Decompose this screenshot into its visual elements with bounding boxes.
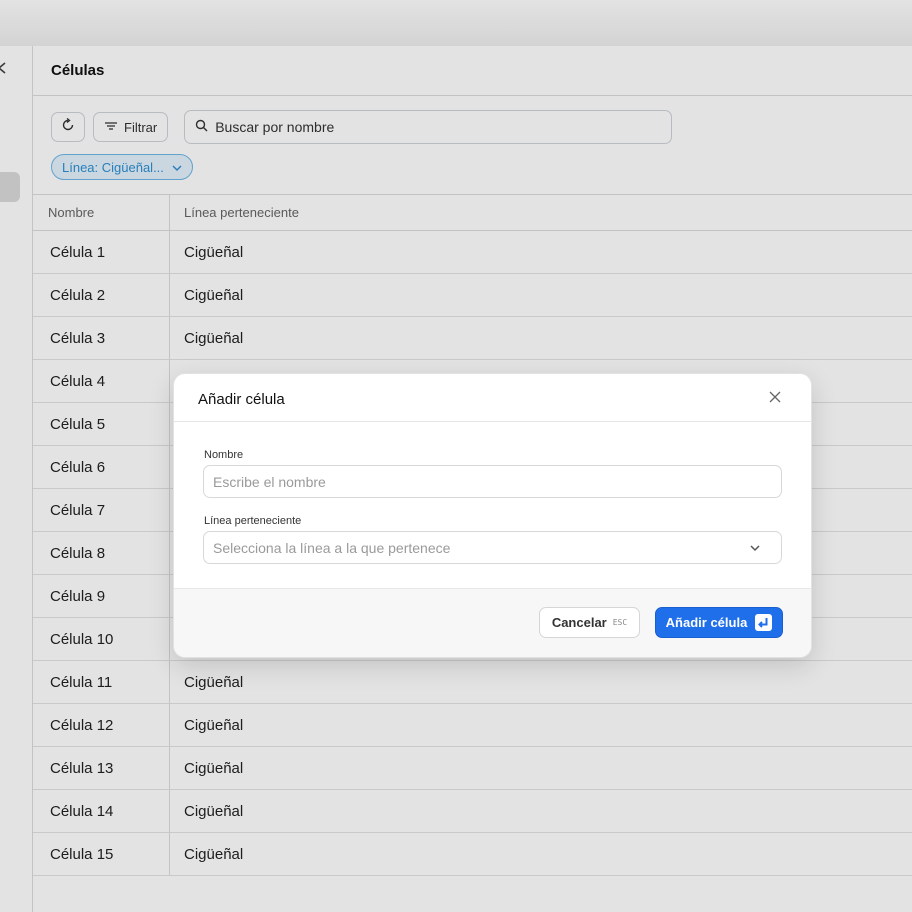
name-input[interactable]: Escribe el nombre bbox=[203, 465, 782, 498]
line-select[interactable]: Selecciona la línea a la que pertenece bbox=[203, 531, 782, 564]
line-field-label: Línea perteneciente bbox=[204, 515, 302, 527]
add-cell-button[interactable]: Añadir célula bbox=[655, 607, 783, 638]
enter-key-icon bbox=[755, 614, 773, 631]
dialog-header: Añadir célula bbox=[174, 374, 811, 422]
name-input-placeholder: Escribe el nombre bbox=[213, 473, 326, 490]
dialog-title: Añadir célula bbox=[198, 391, 285, 408]
add-cell-label: Añadir célula bbox=[665, 615, 748, 630]
add-cell-dialog: Añadir célula Nombre Escribe el nombre L… bbox=[173, 373, 812, 658]
chevron-down-icon bbox=[749, 541, 761, 553]
dialog-footer: Cancelar ESC Añadir célula bbox=[174, 588, 811, 657]
cancel-button[interactable]: Cancelar ESC bbox=[539, 607, 640, 638]
cancel-label: Cancelar bbox=[551, 615, 607, 630]
name-field-label: Nombre bbox=[204, 449, 244, 461]
close-icon[interactable] bbox=[769, 387, 781, 408]
esc-shortcut: ESC bbox=[612, 618, 628, 627]
line-select-placeholder: Selecciona la línea a la que pertenece bbox=[213, 539, 451, 556]
